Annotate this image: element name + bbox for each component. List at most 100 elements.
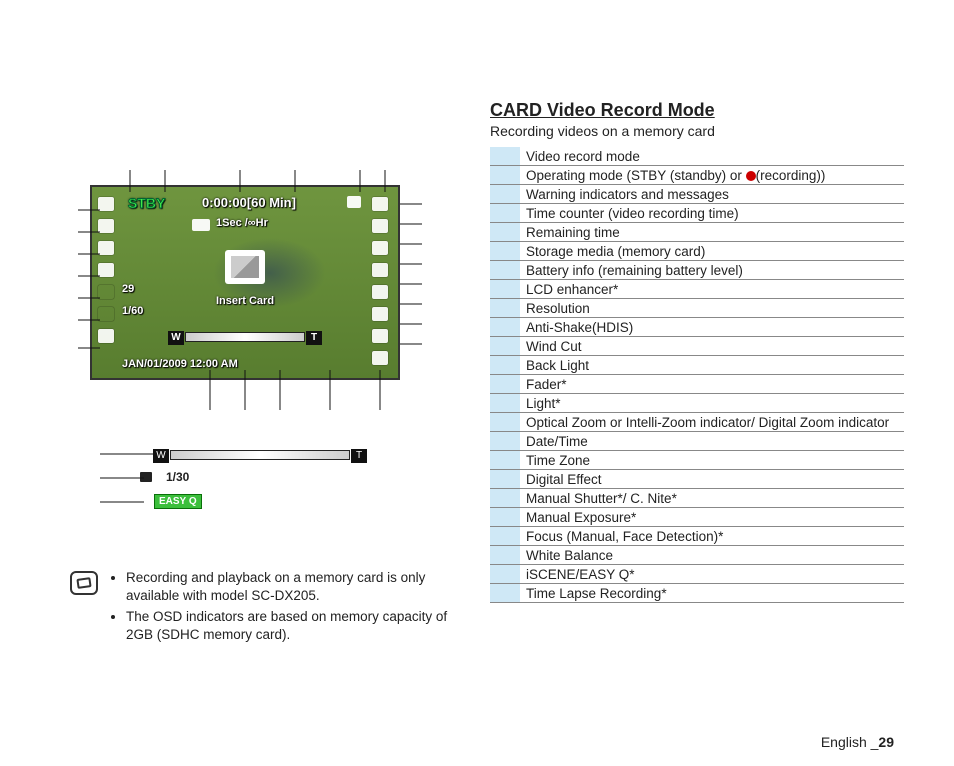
row-description: Manual Shutter*/ C. Nite*: [520, 489, 904, 508]
shutter-icon: [98, 307, 114, 321]
row-description: Warning indicators and messages: [520, 185, 904, 204]
row-number: [490, 432, 520, 451]
table-row: Operating mode (STBY (standby) or (recor…: [490, 166, 904, 185]
row-description: Manual Exposure*: [520, 508, 904, 527]
table-row: LCD enhancer*: [490, 280, 904, 299]
row-number: [490, 147, 520, 166]
table-row: Manual Shutter*/ C. Nite*: [490, 489, 904, 508]
row-number: [490, 242, 520, 261]
zoom-w-label: W: [168, 331, 184, 345]
row-description: Optical Zoom or Intelli-Zoom indicator/ …: [520, 413, 904, 432]
row-number: [490, 546, 520, 565]
record-dot-icon: [746, 171, 756, 181]
row-number: [490, 318, 520, 337]
table-row: Light*: [490, 394, 904, 413]
row-number: [490, 375, 520, 394]
stby-label: STBY: [128, 195, 165, 211]
osd-right-icons: [372, 197, 392, 373]
row-description: Video record mode: [520, 147, 904, 166]
row-description: Time Lapse Recording*: [520, 584, 904, 603]
zoom-w-label-2: W: [153, 449, 169, 463]
light-icon: [372, 351, 388, 365]
row-description: Date/Time: [520, 432, 904, 451]
notes-list: Recording and playback on a memory card …: [108, 569, 460, 647]
row-description: Storage media (memory card): [520, 242, 904, 261]
row-description: Back Light: [520, 356, 904, 375]
secondary-diagram: W T 1/30 EASY Q: [140, 450, 370, 509]
row-description: Resolution: [520, 299, 904, 318]
row-number: [490, 584, 520, 603]
row-number: [490, 280, 520, 299]
antishake-icon: [372, 263, 388, 277]
row-number: [490, 166, 520, 185]
row-description: Fader*: [520, 375, 904, 394]
table-row: Remaining time: [490, 223, 904, 242]
row-number: [490, 489, 520, 508]
zoom-bar-2: W T: [170, 450, 350, 460]
row-number: [490, 299, 520, 318]
row-number: [490, 337, 520, 356]
row-description: Remaining time: [520, 223, 904, 242]
row-number: [490, 451, 520, 470]
row-description: Anti-Shake(HDIS): [520, 318, 904, 337]
effect-icon: [98, 241, 114, 255]
easyq-badge: EASY Q: [154, 494, 202, 509]
table-row: Manual Exposure*: [490, 508, 904, 527]
row-number: [490, 413, 520, 432]
time-counter-label: 0:00:00[60 Min]: [202, 195, 296, 210]
osd-left-icons: [98, 197, 118, 351]
lcd-enhancer-icon: [372, 219, 388, 233]
focus-icon: [98, 263, 114, 277]
row-number: [490, 527, 520, 546]
row-number: [490, 508, 520, 527]
table-row: Wind Cut: [490, 337, 904, 356]
row-number: [490, 261, 520, 280]
table-row: Date/Time: [490, 432, 904, 451]
insert-card-icon: [225, 250, 265, 284]
row-number: [490, 356, 520, 375]
row-description: Digital Effect: [520, 470, 904, 489]
footer-page-number: 29: [878, 734, 894, 750]
section-title: CARD Video Record Mode: [490, 100, 904, 121]
zoom-bar: W T: [185, 332, 305, 342]
timezone-icon: [98, 329, 114, 343]
note-item: Recording and playback on a memory card …: [126, 569, 460, 604]
notes-block: Recording and playback on a memory card …: [70, 569, 460, 647]
table-row: Resolution: [490, 299, 904, 318]
table-row: Storage media (memory card): [490, 242, 904, 261]
row-description: Focus (Manual, Face Detection)*: [520, 527, 904, 546]
table-row: iSCENE/EASY Q*: [490, 565, 904, 584]
table-row: Anti-Shake(HDIS): [490, 318, 904, 337]
backlight-icon: [372, 307, 388, 321]
battery-icon: [372, 197, 388, 211]
exposure-icon: [98, 285, 114, 299]
lcd-diagram-wrap: STBY 0:00:00[60 Min] 1Sec /∞Hr Insert Ca…: [90, 185, 430, 380]
section-subtitle: Recording videos on a memory card: [490, 123, 904, 139]
exposure-value: 29: [122, 283, 134, 295]
table-row: Time counter (video recording time): [490, 204, 904, 223]
interval-label: 1Sec /∞Hr: [216, 217, 268, 229]
card-tiny-icon: [140, 472, 152, 482]
right-column: CARD Video Record Mode Recording videos …: [480, 100, 904, 746]
table-row: Time Lapse Recording*: [490, 584, 904, 603]
card-small-icon: [347, 196, 361, 208]
table-row: Fader*: [490, 375, 904, 394]
time-counter-value: 0:00:00: [202, 195, 247, 210]
timelapse-icon: [192, 219, 210, 231]
row-description: Operating mode (STBY (standby) or (recor…: [520, 166, 904, 185]
row-description: Light*: [520, 394, 904, 413]
table-row: Video record mode: [490, 147, 904, 166]
table-row: Optical Zoom or Intelli-Zoom indicator/ …: [490, 413, 904, 432]
resolution-icon: [372, 241, 388, 255]
row-description: Time counter (video recording time): [520, 204, 904, 223]
left-column: STBY 0:00:00[60 Min] 1Sec /∞Hr Insert Ca…: [70, 100, 480, 746]
row-number: [490, 394, 520, 413]
zoom-t-label: T: [306, 331, 322, 345]
table-row: Focus (Manual, Face Detection)*: [490, 527, 904, 546]
table-row: Time Zone: [490, 451, 904, 470]
insert-card-label: Insert Card: [216, 295, 274, 307]
row-description: Battery info (remaining battery level): [520, 261, 904, 280]
table-row: Digital Effect: [490, 470, 904, 489]
datetime-label: JAN/01/2009 12:00 AM: [122, 358, 238, 370]
fader-icon: [372, 329, 388, 343]
